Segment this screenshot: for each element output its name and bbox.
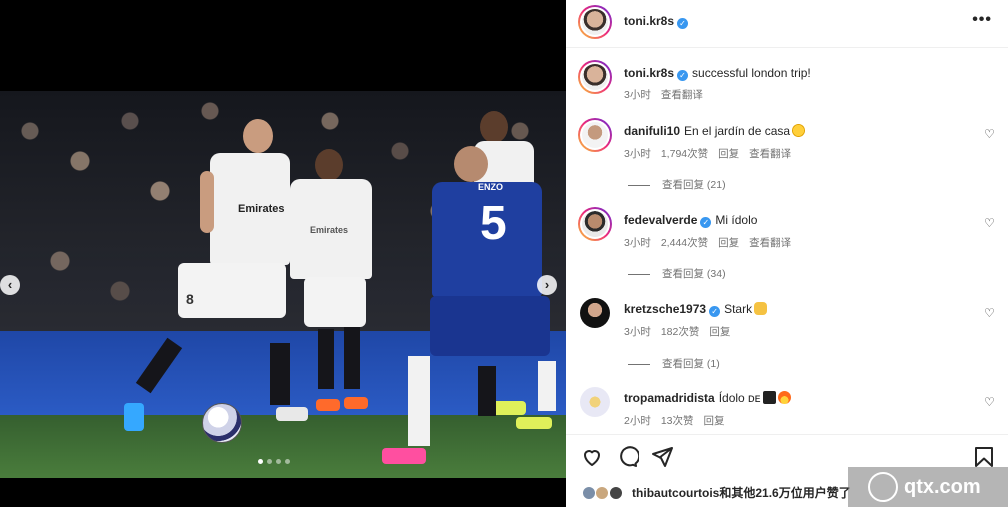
player-chelsea-5: ENZO 5 <box>380 146 560 476</box>
caption-time: 3小时 <box>624 89 651 101</box>
instagram-post-view: Emirates 8 Emirates ENZO 5 ‹ › toni.kr8s… <box>0 0 1008 507</box>
caption-avatar[interactable] <box>578 60 612 94</box>
liker-avatar <box>595 486 610 500</box>
view-replies-link[interactable]: 查看回复 (21) <box>628 177 726 192</box>
comment-translate-link[interactable]: 查看翻译 <box>749 237 791 249</box>
carousel-dot[interactable] <box>276 459 281 464</box>
caption-meta: 3小时 查看翻译 <box>624 87 713 102</box>
comment-text: Mi ídolo <box>715 213 758 227</box>
verified-badge-icon: ✓ <box>700 217 712 228</box>
shirt-name: ENZO <box>478 182 504 192</box>
shirt-sponsor: Emirates <box>238 203 285 215</box>
carousel-dots <box>258 459 290 464</box>
comment-likes[interactable]: 182次赞 <box>661 326 700 338</box>
watermark-logo-icon <box>868 472 898 502</box>
caption-translate-link[interactable]: 查看翻译 <box>661 89 703 101</box>
media-pane: Emirates 8 Emirates ENZO 5 ‹ › <box>0 0 566 507</box>
comment-reply-button[interactable]: 回复 <box>704 415 725 427</box>
comment-username[interactable]: tropamadridista <box>624 391 715 405</box>
caption-username[interactable]: toni.kr8s <box>624 66 674 80</box>
star-struck-emoji-icon <box>792 124 806 137</box>
clapping-hands-emoji-icon <box>754 302 768 315</box>
view-replies-link[interactable]: 查看回复 (1) <box>628 356 720 371</box>
comment-reply-button[interactable]: 回复 <box>718 237 739 249</box>
likes-summary[interactable]: thibautcourtois和其他21.6万位用户赞了 <box>582 484 851 501</box>
comment-line: tropamadridista Ídolo ᴅᴇ <box>624 391 791 405</box>
comment-like-heart-icon[interactable]: ♡ <box>984 396 996 408</box>
carousel-dot[interactable] <box>258 459 263 464</box>
comment-time: 3小时 <box>624 148 651 160</box>
comment-username[interactable]: fedevalverde <box>624 213 697 227</box>
fire-emoji-icon <box>777 391 791 404</box>
more-options-icon[interactable]: ••• <box>972 11 992 29</box>
comment-like-heart-icon[interactable]: ♡ <box>984 128 996 140</box>
comment-text: Ídolo ᴅᴇ <box>718 391 761 405</box>
caption-line: toni.kr8s ✓ successful london trip! <box>624 66 811 81</box>
chevron-right-icon: › <box>544 277 550 292</box>
post-photo[interactable]: Emirates 8 Emirates ENZO 5 <box>0 91 566 478</box>
carousel-dot[interactable] <box>285 459 290 464</box>
comment-avatar[interactable] <box>580 387 610 417</box>
comment-meta: 3小时 182次赞 回复 <box>624 324 740 339</box>
comment-time: 2小时 <box>624 415 651 427</box>
player-madrid-center: Emirates <box>282 149 392 419</box>
post-side-panel: toni.kr8s ✓ ••• toni.kr8s ✓ successful lond… <box>566 0 1008 507</box>
view-replies-link[interactable]: 查看回复 (34) <box>628 266 726 281</box>
football <box>202 403 242 443</box>
liker-username[interactable]: thibautcourtois <box>632 486 719 500</box>
comment-avatar[interactable] <box>578 118 612 152</box>
liker-avatar <box>608 486 623 500</box>
comment-reply-button[interactable]: 回复 <box>718 148 739 160</box>
verified-badge-icon: ✓ <box>677 70 689 81</box>
comment-reply-button[interactable]: 回复 <box>709 326 730 338</box>
comment-avatar[interactable] <box>580 298 610 328</box>
comment-likes[interactable]: 13次赞 <box>661 415 694 427</box>
player-kroos: Emirates 8 <box>124 113 308 433</box>
send-icon[interactable] <box>650 445 674 469</box>
comment-meta: 3小时 1,794次赞 回复 查看翻译 <box>624 146 801 161</box>
author-username[interactable]: toni.kr8s ✓ <box>624 14 689 29</box>
shorts-number: 8 <box>186 291 194 307</box>
watermark-text: qtx.com <box>904 476 981 498</box>
bookmark-icon[interactable] <box>972 445 996 469</box>
comment-text: Stark <box>724 302 753 316</box>
chevron-left-icon: ‹ <box>7 277 13 292</box>
comment-meta: 2小时 13次赞 回复 <box>624 413 735 428</box>
comment-line: danifuli10 En el jardín de casa <box>624 124 806 138</box>
carousel-dot[interactable] <box>267 459 272 464</box>
prev-photo-button[interactable]: ‹ <box>0 275 20 295</box>
comment-line: kretzsche1973 ✓ Stark <box>624 302 768 317</box>
comment-like-heart-icon[interactable]: ♡ <box>984 307 996 319</box>
comment-avatar[interactable] <box>578 207 612 241</box>
shirt-number: 5 <box>480 197 507 250</box>
author-avatar[interactable] <box>578 5 612 39</box>
comment-likes[interactable]: 1,794次赞 <box>661 148 708 160</box>
comment-likes[interactable]: 2,444次赞 <box>661 237 708 249</box>
top-hat-emoji-icon <box>762 391 776 404</box>
comment-time: 3小时 <box>624 326 651 338</box>
verified-badge-icon: ✓ <box>709 306 721 317</box>
comment-meta: 3小时 2,444次赞 回复 查看翻译 <box>624 235 801 250</box>
comment-time: 3小时 <box>624 237 651 249</box>
comment-username[interactable]: kretzsche1973 <box>624 302 706 316</box>
next-photo-button[interactable]: › <box>537 275 557 295</box>
verified-badge-icon: ✓ <box>677 18 689 29</box>
liker-avatar <box>582 486 596 500</box>
post-header: toni.kr8s ✓ ••• <box>566 0 1008 48</box>
comment-translate-link[interactable]: 查看翻译 <box>749 148 791 160</box>
heart-icon[interactable] <box>580 445 604 469</box>
comment-text: En el jardín de casa <box>684 124 791 138</box>
shirt-sponsor-small: Emirates <box>310 225 349 235</box>
comment-like-heart-icon[interactable]: ♡ <box>984 217 996 229</box>
site-watermark: qtx.com <box>848 467 1008 507</box>
caption-text: successful london trip! <box>692 66 811 80</box>
actions-divider <box>566 434 1008 435</box>
likes-count-text: 和其他21.6万位用户赞了 <box>719 486 851 500</box>
comment-username[interactable]: danifuli10 <box>624 124 680 138</box>
comment-icon[interactable] <box>615 445 641 469</box>
comment-line: fedevalverde ✓ Mi ídolo <box>624 213 757 228</box>
